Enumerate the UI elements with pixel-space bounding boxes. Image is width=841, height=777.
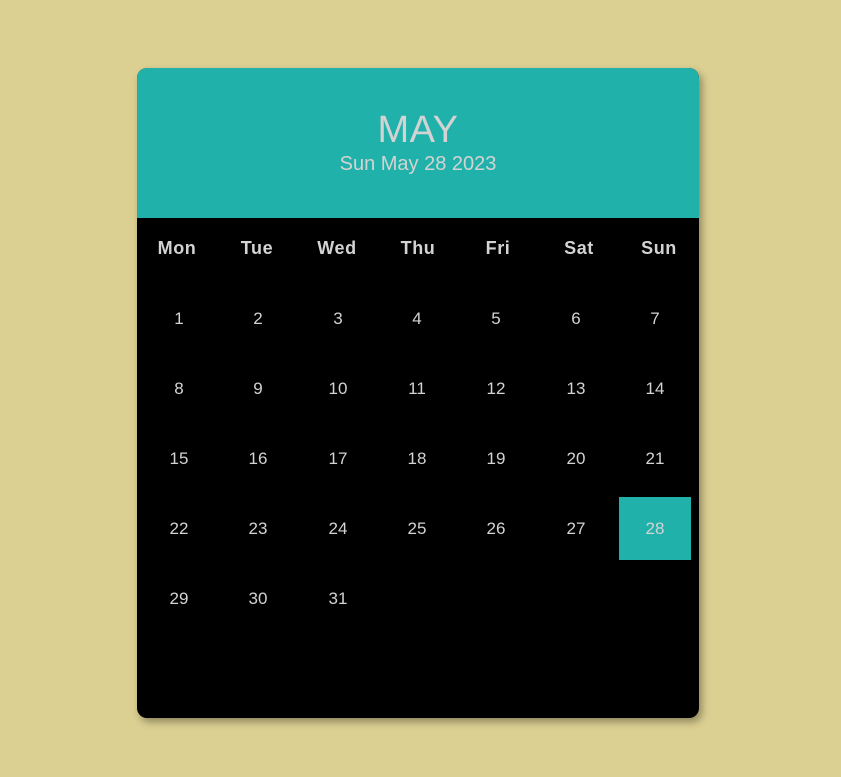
day-cell[interactable]: 7 [619, 287, 691, 350]
day-cell[interactable]: 10 [302, 357, 374, 420]
weekday-sun: Sun [641, 238, 677, 258]
day-cell-selected[interactable]: 28 [619, 497, 691, 560]
day-cell[interactable]: 2 [222, 287, 294, 350]
weekday-sat: Sat [564, 238, 594, 258]
day-cell[interactable]: 26 [460, 497, 532, 560]
day-cell[interactable]: 31 [302, 567, 374, 630]
day-cell[interactable]: 1 [143, 287, 215, 350]
day-cell[interactable]: 13 [540, 357, 612, 420]
day-cell[interactable]: 19 [460, 427, 532, 490]
calendar-widget: MAY Sun May 28 2023 Mon Tue Wed Thu Fri … [137, 68, 699, 718]
weekday-row: Mon Tue Wed Thu Fri Sat Sun [137, 233, 699, 263]
day-cell[interactable]: 24 [302, 497, 374, 560]
day-cell[interactable]: 8 [143, 357, 215, 420]
day-cell[interactable]: 12 [460, 357, 532, 420]
calendar-header: MAY Sun May 28 2023 [137, 68, 699, 218]
day-cell[interactable]: 23 [222, 497, 294, 560]
day-cell[interactable]: 14 [619, 357, 691, 420]
weekday-wed: Wed [317, 238, 357, 258]
day-cell[interactable]: 17 [302, 427, 374, 490]
current-date: Sun May 28 2023 [339, 153, 497, 175]
day-cell[interactable]: 15 [143, 427, 215, 490]
day-cell[interactable]: 22 [143, 497, 215, 560]
day-cell[interactable]: 3 [302, 287, 374, 350]
day-cell[interactable]: 5 [460, 287, 532, 350]
day-cell[interactable]: 27 [540, 497, 612, 560]
days-grid: 1 2 3 4 5 6 7 8 9 10 11 12 13 14 15 16 17 18 19 20 21 22 23 24 2… [137, 287, 699, 637]
day-cell[interactable]: 29 [143, 567, 215, 630]
day-cell[interactable]: 4 [381, 287, 453, 350]
month-title: MAY [377, 109, 459, 151]
day-cell[interactable]: 6 [540, 287, 612, 350]
weekday-tue: Tue [240, 238, 274, 258]
day-cell[interactable]: 9 [222, 357, 294, 420]
day-cell[interactable]: 20 [540, 427, 612, 490]
weekday-mon: Mon [157, 238, 197, 258]
day-cell[interactable]: 18 [381, 427, 453, 490]
day-cell[interactable]: 16 [222, 427, 294, 490]
weekday-thu: Thu [400, 238, 436, 258]
day-cell[interactable]: 30 [222, 567, 294, 630]
weekday-fri: Fri [485, 238, 511, 258]
day-cell[interactable]: 25 [381, 497, 453, 560]
day-cell[interactable]: 11 [381, 357, 453, 420]
day-cell[interactable]: 21 [619, 427, 691, 490]
